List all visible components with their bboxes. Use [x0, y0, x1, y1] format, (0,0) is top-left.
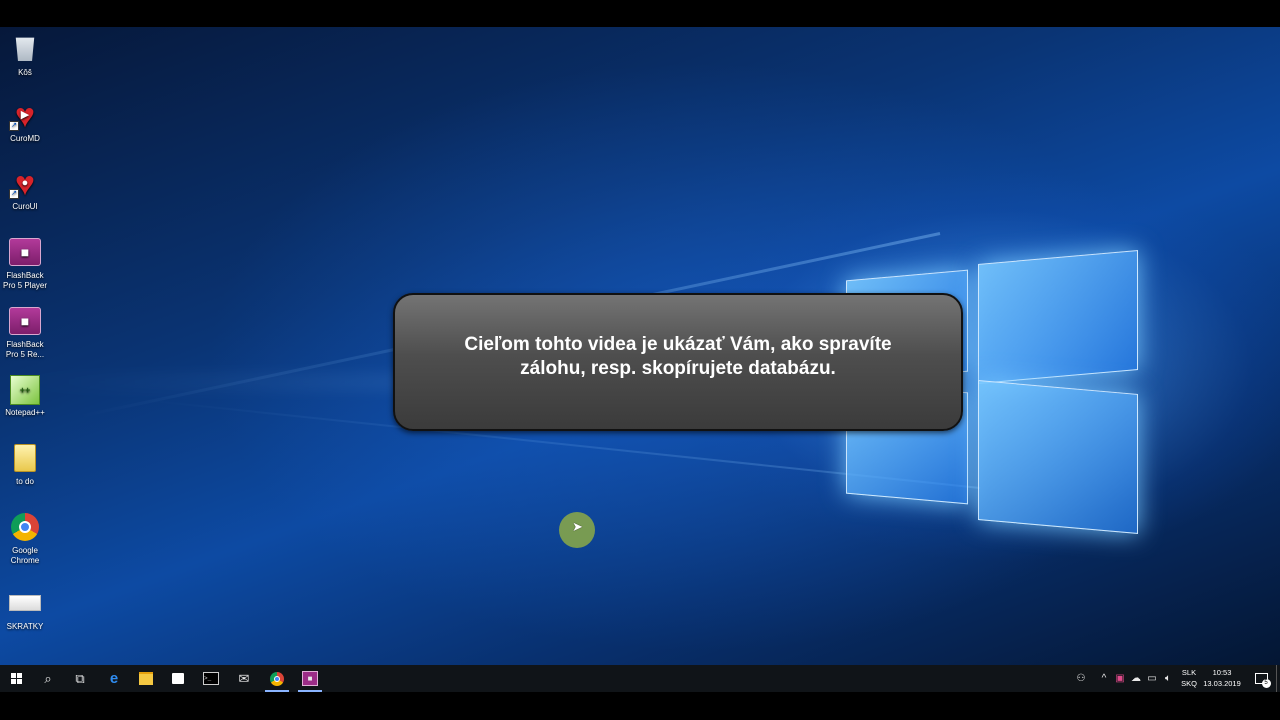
search-icon: ⌕ [44, 670, 52, 686]
curoui-icon: ♥ ● ↗ [9, 167, 41, 201]
taskbar: ⌕ ⧉ e >_ ✉ ■ ⚇ ^ ▣ ☁ ▭ 🔈︎ SLK SKQ 10:53 … [0, 665, 1280, 692]
taskbar-clock[interactable]: 10:53 13.03.2019 [1200, 667, 1244, 689]
shortcut-arrow-icon: ↗ [9, 121, 19, 131]
desktop-icon-curomd[interactable]: ♥ ▶ ↗ CuroMD [0, 99, 50, 144]
desktop[interactable]: Kôš ♥ ▶ ↗ CuroMD ♥ ● ↗ CuroUI ■ FlashBack … [0, 27, 1280, 665]
search-button[interactable]: ⌕ [32, 665, 64, 692]
language-indicator[interactable]: SLK SKQ [1176, 667, 1202, 689]
desktop-icon-label: CuroMD [10, 134, 40, 143]
video-letterbox-top [0, 0, 1280, 27]
tray-app-button[interactable]: ▣ [1112, 665, 1128, 692]
task-view-icon: ⧉ [75, 670, 85, 686]
mouse-cursor-icon: ➤ [572, 519, 583, 534]
action-center-button[interactable]: 5 [1250, 665, 1272, 692]
curomd-icon: ♥ ▶ ↗ [9, 99, 41, 133]
desktop-icon-recycle-bin[interactable]: Kôš [0, 33, 50, 78]
text-file-icon [14, 444, 36, 472]
taskbar-edge[interactable]: e [98, 665, 130, 692]
desktop-icon-flashback-player[interactable]: ■ FlashBack Pro 5 Player [0, 238, 50, 291]
tray-onedrive-button[interactable]: ☁ [1128, 665, 1144, 692]
network-icon: ▭ [1147, 673, 1157, 684]
recycle-bin-icon [15, 37, 35, 61]
chevron-up-icon: ^ [1101, 673, 1107, 684]
desktop-icon-curoui[interactable]: ♥ ● ↗ CuroUI [0, 167, 50, 212]
shortcut-arrow-icon: ↗ [9, 189, 19, 199]
chrome-icon [11, 513, 39, 541]
taskbar-flashback[interactable]: ■ [294, 665, 326, 692]
desktop-icon-label: CuroUI [12, 202, 38, 211]
desktop-icon-flashback-recorder[interactable]: ■ FlashBack Pro 5 Re... [0, 307, 50, 360]
desktop-icon-label: to do [16, 477, 34, 486]
edge-icon: e [109, 670, 119, 687]
notification-count-badge: 5 [1261, 679, 1271, 688]
flashback-icon: ■ [302, 671, 318, 686]
clock-time: 10:53 [1212, 668, 1232, 677]
chrome-icon [270, 671, 284, 686]
clock-date: 13.03.2019 [1203, 679, 1241, 688]
desktop-icon-label: Google Chrome [10, 546, 40, 565]
store-icon [172, 673, 184, 684]
desktop-icon-skratky[interactable]: SKRATKY [0, 587, 50, 632]
desktop-icon-label: Kôš [18, 68, 32, 77]
file-explorer-icon [139, 672, 153, 685]
caption-callout: Cieľom tohto videa je ukázať Vám, ako sp… [393, 293, 963, 431]
desktop-icon-label: SKRATKY [6, 622, 44, 631]
desktop-icon-google-chrome[interactable]: Google Chrome [0, 513, 50, 566]
desktop-icon-label: FlashBack Pro 5 Player [2, 271, 48, 290]
taskbar-mail[interactable]: ✉ [228, 665, 260, 692]
cloud-icon: ☁ [1131, 673, 1141, 684]
desktop-icon-notepad-plus-plus[interactable]: ++ Notepad++ [0, 375, 50, 418]
taskbar-command-prompt[interactable]: >_ [195, 665, 227, 692]
notification-icon: 5 [1254, 673, 1271, 688]
desktop-icon-label: FlashBack Pro 5 Re... [5, 340, 45, 359]
shortcuts-file-icon [9, 595, 41, 611]
app-tray-icon: ▣ [1115, 673, 1125, 684]
tray-volume-button[interactable]: 🔈︎ [1160, 665, 1176, 692]
desktop-icon-label: Notepad++ [5, 408, 45, 417]
desktop-icon-to-do[interactable]: to do [0, 444, 50, 487]
tray-people-button[interactable]: ⚇ [1072, 665, 1090, 692]
start-button[interactable] [0, 665, 32, 692]
taskbar-file-explorer[interactable] [130, 665, 162, 692]
task-view-button[interactable]: ⧉ [64, 665, 96, 692]
flashback-recorder-icon: ■ [9, 307, 41, 335]
taskbar-store[interactable] [162, 665, 194, 692]
tray-overflow-button[interactable]: ^ [1096, 665, 1112, 692]
caption-text: Cieľom tohto videa je ukázať Vám, ako sp… [464, 334, 892, 379]
notepad-plus-plus-icon: ++ [10, 375, 40, 405]
people-icon: ⚇ [1076, 673, 1086, 684]
start-icon [10, 673, 22, 684]
volume-icon: 🔈︎ [1165, 673, 1171, 684]
video-letterbox-bottom [0, 692, 1280, 720]
tray-network-button[interactable]: ▭ [1144, 665, 1160, 692]
flashback-player-icon: ■ [9, 238, 41, 266]
taskbar-chrome[interactable] [261, 665, 293, 692]
command-prompt-icon: >_ [203, 672, 219, 685]
show-desktop-button[interactable] [1276, 665, 1280, 692]
mail-icon: ✉ [238, 670, 250, 686]
